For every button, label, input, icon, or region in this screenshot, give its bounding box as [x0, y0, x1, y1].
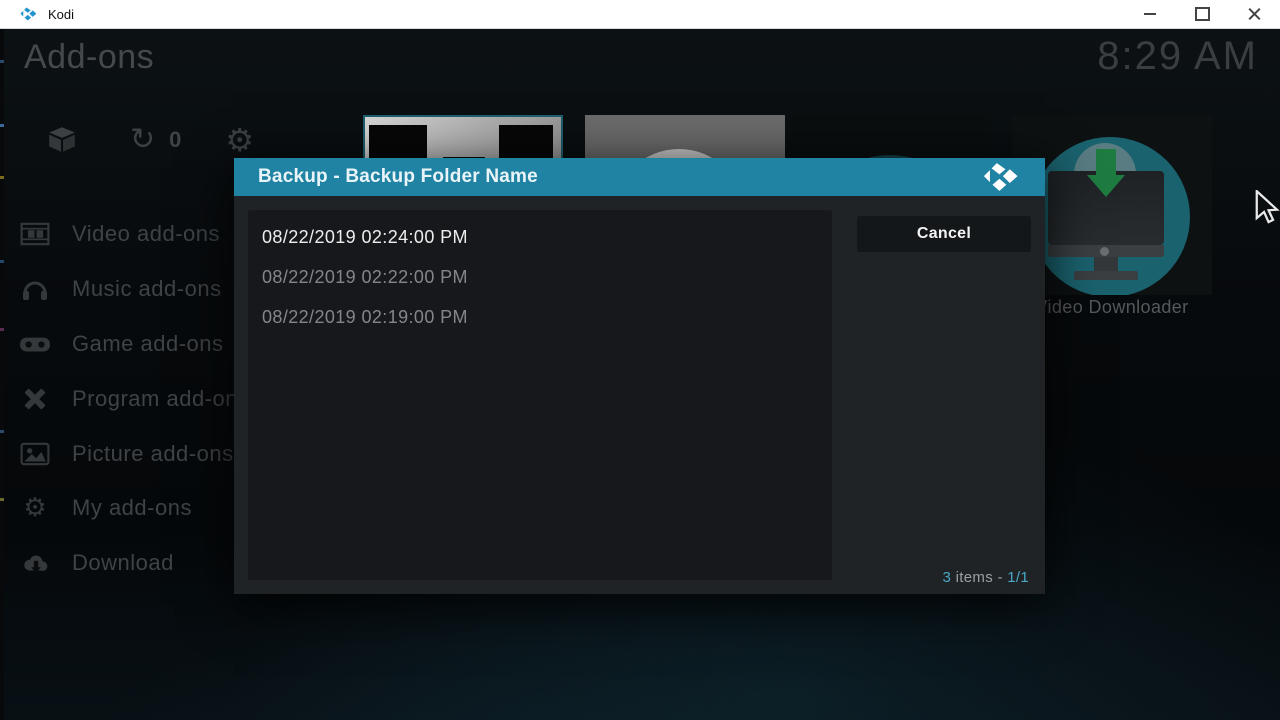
- page-title: Add-ons: [24, 38, 154, 77]
- kodi-logo-icon: [983, 163, 1021, 191]
- sidebar-item-music-addons[interactable]: Music add-ons: [0, 272, 222, 306]
- refresh-icon[interactable]: ↻: [130, 125, 155, 155]
- cancel-button-label: Cancel: [917, 225, 971, 243]
- picture-icon: [18, 442, 52, 466]
- sidebar-item-label: Game add-ons: [72, 331, 224, 357]
- sidebar-item-my-addons[interactable]: ⚙ My add-ons: [0, 491, 192, 525]
- sidebar-item-game-addons[interactable]: Game add-ons: [0, 327, 224, 361]
- settings-gear-icon[interactable]: ⚙: [225, 124, 254, 156]
- sidebar-item-program-addons[interactable]: Program add-ons: [0, 382, 249, 416]
- clock: 8:29 AM: [1097, 34, 1258, 79]
- cancel-button[interactable]: Cancel: [857, 216, 1031, 252]
- screen-edge-artifact: [0, 28, 4, 720]
- sidebar-item-download[interactable]: Download: [0, 546, 174, 580]
- tools-icon: [18, 386, 52, 412]
- backup-folder-item[interactable]: 08/22/2019 02:19:00 PM: [248, 297, 832, 337]
- kodi-app-logo-icon: [20, 7, 38, 21]
- close-icon: [1247, 7, 1261, 21]
- window-controls: [1124, 0, 1280, 28]
- maximize-icon: [1195, 7, 1210, 21]
- backup-folder-item[interactable]: 08/22/2019 02:24:00 PM: [248, 217, 832, 257]
- mouse-cursor: [1252, 190, 1280, 231]
- sidebar-item-label: Video add-ons: [72, 221, 220, 247]
- dialog-title: Backup - Backup Folder Name: [258, 166, 538, 188]
- gears-icon: ⚙: [18, 493, 52, 523]
- sidebar-item-label: Download: [72, 550, 174, 576]
- backup-folder-dialog: Backup - Backup Folder Name 08/22/2019 0…: [234, 158, 1045, 594]
- backup-folder-item[interactable]: 08/22/2019 02:22:00 PM: [248, 257, 832, 297]
- page-indicator: 1/1: [1007, 569, 1029, 586]
- window-title: Kodi: [48, 7, 74, 22]
- sidebar-item-label: My add-ons: [72, 495, 192, 521]
- film-icon: [18, 222, 52, 246]
- dialog-header: Backup - Backup Folder Name: [234, 158, 1045, 196]
- toolbar: ↻ 0 ⚙: [46, 124, 254, 156]
- close-button[interactable]: [1228, 0, 1280, 28]
- item-count-text: items -: [951, 569, 1007, 586]
- backup-folder-list: 08/22/2019 02:24:00 PM 08/22/2019 02:22:…: [248, 210, 832, 580]
- kodi-main-screen: Add-ons 8:29 AM ↻ 0 ⚙ Video add-ons: [0, 28, 1280, 720]
- gamepad-icon: [18, 333, 52, 355]
- addon-box-icon[interactable]: [46, 126, 78, 154]
- update-count: 0: [169, 127, 181, 153]
- minimize-button[interactable]: [1124, 0, 1176, 28]
- sidebar-item-label: Music add-ons: [72, 276, 222, 302]
- sidebar-item-label: Program add-ons: [72, 386, 249, 412]
- sidebar-item-picture-addons[interactable]: Picture add-ons: [0, 437, 234, 471]
- maximize-button[interactable]: [1176, 0, 1228, 28]
- window-titlebar: Kodi: [0, 0, 1280, 29]
- dialog-item-count: 3 items - 1/1: [943, 569, 1029, 586]
- minimize-icon: [1144, 13, 1156, 15]
- sidebar-item-video-addons[interactable]: Video add-ons: [0, 217, 220, 251]
- headphones-icon: [18, 277, 52, 301]
- sidebar-item-label: Picture add-ons: [72, 441, 234, 467]
- item-count-number: 3: [943, 569, 952, 586]
- cloud-download-icon: [18, 551, 52, 575]
